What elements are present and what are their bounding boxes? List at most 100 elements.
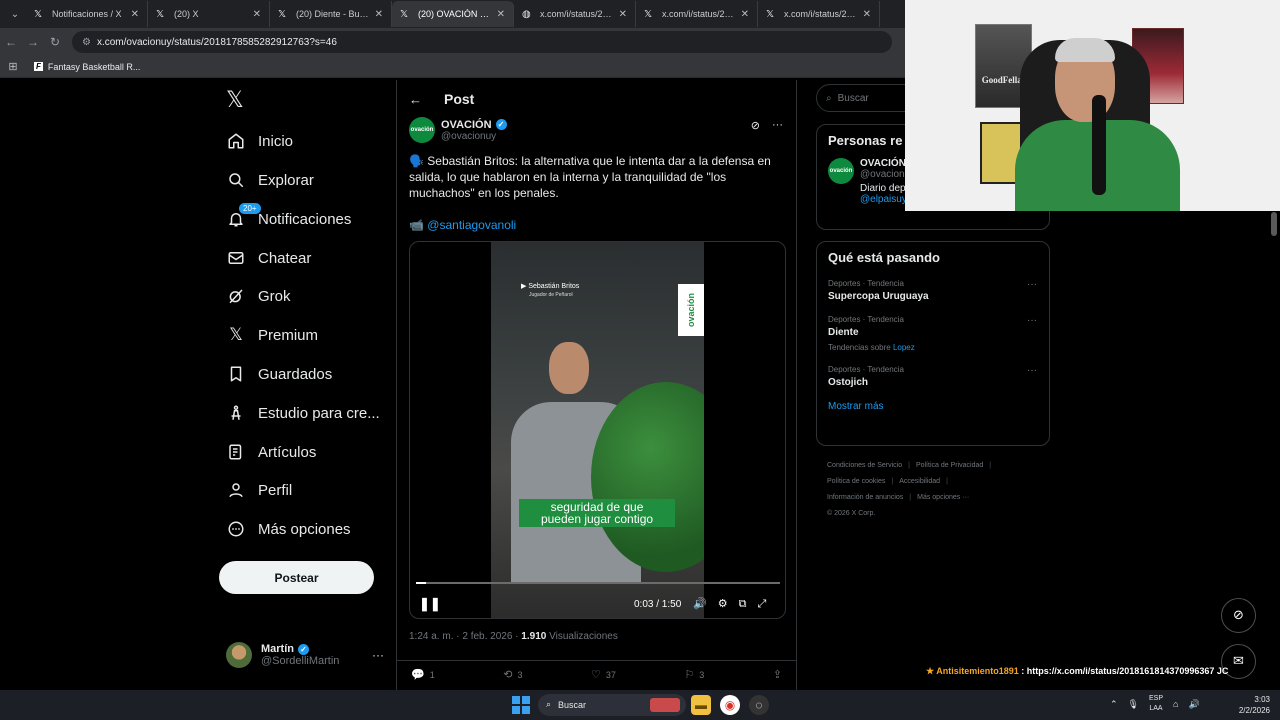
pause-icon[interactable]: ❚❚	[419, 596, 441, 612]
browser-tab[interactable]: 𝕏x.com/i/status/20181 ✕	[636, 1, 758, 27]
footer-link[interactable]: Condiciones de Servicio	[827, 462, 902, 469]
trend-item[interactable]: Deportes · Tendencia Diente Tendencias s…	[817, 309, 1049, 359]
browser-tab[interactable]: 𝕏 (20) Diente - Buscar / ✕	[270, 1, 392, 27]
show-more-link[interactable]: Mostrar más	[817, 395, 1049, 422]
nav-item-mas-opciones[interactable]: Más opciones	[226, 514, 351, 544]
microphone-icon[interactable]: 🎙	[1128, 699, 1139, 710]
poster-title: GoodFellas	[981, 75, 1026, 85]
account-switcher[interactable]: Martín ✓ @SordelliMartin ···	[226, 642, 386, 668]
browser-tab[interactable]: 𝕏x.com/i/status/20181 ✕	[758, 1, 880, 27]
post-button[interactable]: Postear	[219, 561, 374, 594]
nav-item-grok[interactable]: Grok	[226, 281, 291, 311]
nav-label: Grok	[258, 287, 291, 305]
video-player[interactable]: ▶ Sebastián Britos Jugador de Peñarol ov…	[409, 241, 786, 619]
more-icon[interactable]: ···	[772, 119, 783, 132]
windows-taskbar: ⌕ Buscar ▬ ◉ ◌ ⌃ 🎙 ESP LAA ⌂ 🔊 3:03 2/2/…	[0, 690, 1280, 720]
browser-tab[interactable]: 𝕏 Notificaciones / X ✕	[26, 1, 148, 27]
more-icon[interactable]: ···	[1027, 279, 1037, 290]
author-avatar[interactable]: ovación	[409, 117, 435, 143]
bookmark-button[interactable]: ⚐ 3	[684, 668, 704, 681]
volume-icon[interactable]: 🔊	[1188, 699, 1199, 710]
mention-link[interactable]: @santiagovanoli	[427, 218, 516, 232]
post-text: 🗣️ Sebastián Britos: la alternativa que …	[409, 154, 771, 200]
who-bio-link[interactable]: @elpaisuy	[860, 194, 907, 205]
taskbar-search[interactable]: ⌕ Buscar	[538, 694, 686, 716]
fullscreen-icon[interactable]: ⤢	[757, 597, 766, 611]
author-actions: ⊘ ···	[751, 119, 783, 132]
nav-item-inicio[interactable]: Inicio	[226, 126, 293, 156]
trend-category: Deportes · Tendencia	[828, 365, 904, 374]
nav-label: Chatear	[258, 249, 312, 267]
close-tab-icon[interactable]: ✕	[619, 9, 627, 20]
nav-item-premium[interactable]: 𝕏 Premium	[226, 320, 318, 350]
nav-item-articulos[interactable]: Artículos	[226, 437, 316, 467]
language-indicator[interactable]: ESP LAA	[1149, 694, 1163, 714]
notification-badge: 20+	[238, 202, 262, 215]
bookmark-item[interactable]: F Fantasy Basketball R...	[34, 62, 140, 72]
camera-icon: 📹	[409, 218, 424, 232]
more-icon[interactable]: ···	[1027, 365, 1037, 376]
chevron-up-icon[interactable]: ⌃	[1110, 699, 1118, 710]
nav-item-notificaciones[interactable]: 20+ Notificaciones	[226, 202, 351, 234]
nav-item-explorar[interactable]: Explorar	[226, 165, 314, 195]
nav-item-chatear[interactable]: Chatear	[226, 243, 311, 273]
forward-icon[interactable]: →	[22, 35, 44, 49]
x-logo-icon[interactable]: 𝕏	[226, 88, 244, 113]
footer-link[interactable]: Política de Privacidad	[916, 462, 983, 469]
more-icon[interactable]: ···	[1027, 315, 1037, 326]
browser-tab-active[interactable]: 𝕏 (20) OVACIÓN en X: " ✕	[392, 1, 514, 27]
trend-related-link[interactable]: Lopez	[893, 343, 915, 352]
browser-tab[interactable]: 𝕏 (20) X ✕	[148, 1, 270, 27]
share-button[interactable]: ⇪	[773, 668, 782, 681]
like-button[interactable]: ♡ 37	[591, 668, 616, 681]
close-tab-icon[interactable]: ✕	[497, 9, 505, 20]
close-tab-icon[interactable]: ✕	[253, 9, 261, 20]
nav-item-guardados[interactable]: Guardados	[226, 359, 332, 389]
views-count: 1.910	[521, 631, 547, 642]
reply-button[interactable]: 💬 1	[411, 668, 435, 681]
post-author: ovación OVACIÓN ✓ @ovacionuy ⊘ ···	[409, 117, 787, 143]
author-handle[interactable]: @ovacionuy	[441, 131, 507, 142]
back-arrow-icon[interactable]: ←	[409, 92, 422, 107]
footer-link[interactable]: Política de cookies	[827, 478, 885, 485]
taskbar-clock[interactable]: 3:03 2/2/2026	[1232, 694, 1270, 716]
nav-item-perfil[interactable]: Perfil	[226, 475, 292, 505]
tab-search-button[interactable]: ⌄	[4, 4, 26, 24]
post-timestamp[interactable]: 1:24 a. m. · 2 feb. 2026 ·	[409, 631, 521, 642]
author-name[interactable]: OVACIÓN	[441, 119, 492, 131]
back-icon[interactable]: ←	[0, 35, 22, 49]
nav-item-estudio[interactable]: Estudio para cre...	[226, 398, 380, 428]
network-icon[interactable]: ⌂	[1173, 699, 1178, 709]
app-icon[interactable]: ◌	[749, 695, 769, 715]
apps-icon[interactable]: ⊞	[0, 60, 26, 73]
grok-icon[interactable]: ⊘	[751, 119, 760, 132]
grok-fab-icon[interactable]: ⊘	[1221, 598, 1256, 633]
close-tab-icon[interactable]: ✕	[131, 9, 139, 20]
footer-link[interactable]: Información de anuncios	[827, 494, 903, 501]
reload-icon[interactable]: ↻	[44, 35, 66, 49]
repost-button[interactable]: ⟲ 3	[503, 668, 522, 681]
trend-item[interactable]: Deportes · Tendencia Ostojich ···	[817, 359, 1049, 395]
more-icon[interactable]: ···	[372, 648, 384, 662]
url-field[interactable]: ⚙ x.com/ovacionuy/status/201817858528291…	[72, 31, 892, 53]
settings-gear-icon[interactable]: ⚙	[718, 597, 728, 611]
close-tab-icon[interactable]: ✕	[741, 9, 749, 20]
chrome-icon[interactable]: ◉	[720, 695, 740, 715]
footer-links: Condiciones de Servicio | Política de Priv…	[827, 462, 992, 517]
site-info-icon[interactable]: ⚙	[82, 37, 91, 48]
video-progress-bar[interactable]	[416, 582, 780, 584]
tab-title: (20) Diente - Buscar /	[296, 9, 371, 19]
close-tab-icon[interactable]: ✕	[375, 9, 383, 20]
file-explorer-icon[interactable]: ▬	[691, 695, 711, 715]
volume-icon[interactable]: 🔊	[693, 597, 707, 611]
page-title: Post	[444, 91, 475, 107]
trend-item[interactable]: Deportes · Tendencia Supercopa Uruguaya …	[817, 273, 1049, 309]
pip-icon[interactable]: ⧉	[739, 597, 747, 611]
windows-start-icon[interactable]	[512, 696, 530, 714]
person-icon	[226, 480, 246, 500]
page-scrollbar[interactable]	[1271, 212, 1277, 236]
close-tab-icon[interactable]: ✕	[863, 9, 871, 20]
footer-link[interactable]: Más opciones ···	[917, 494, 969, 501]
browser-tab[interactable]: ◍ x.com/i/status/20181 ✕	[514, 1, 636, 27]
footer-link[interactable]: Accesibilidad	[899, 478, 940, 485]
